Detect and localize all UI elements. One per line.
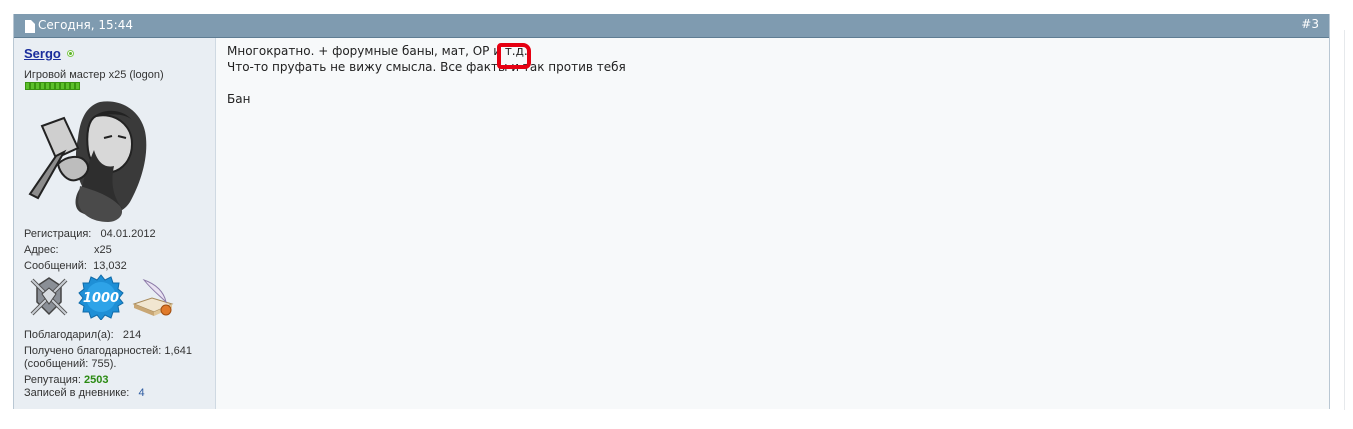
message-line-2: Что-то пруфать не вижу смысла. Все факты…	[227, 60, 626, 74]
crossed-swords-award-icon[interactable]	[26, 274, 72, 320]
diary-count-link[interactable]: 4	[139, 387, 145, 399]
received-thanks-posts: (сообщений: 755).	[24, 358, 117, 370]
post-content: Многократно. + форумные баны, мат, OP и …	[216, 38, 1329, 409]
reputation-bar	[25, 82, 80, 91]
post-header: Сегодня, 15:44 #3	[14, 14, 1329, 38]
forum-post: Сегодня, 15:44 #3 Sergo Игровой мастер x…	[13, 14, 1330, 409]
message-line-3: Бан	[227, 92, 251, 106]
awards-row: 1000	[26, 274, 176, 320]
reputation-row: Репутация: 2503	[24, 374, 109, 386]
join-date-row: Регистрация: 04.01.2012	[24, 228, 156, 240]
online-status-icon	[67, 50, 74, 57]
post-number-link[interactable]: #3	[1301, 17, 1319, 31]
page-divider	[1344, 30, 1345, 410]
book-quill-award-icon[interactable]	[130, 274, 176, 320]
reputation-segment	[75, 82, 80, 90]
1000-award-icon[interactable]: 1000	[78, 274, 124, 320]
thanked-row: Поблагодарил(а): 214	[24, 329, 142, 341]
user-title: Игровой мастер x25 (logon)	[24, 69, 164, 81]
post-date: Сегодня, 15:44	[38, 18, 133, 32]
avatar[interactable]	[22, 94, 152, 224]
svg-text:1000: 1000	[83, 291, 119, 306]
address-row: Адрес: x25	[24, 244, 112, 256]
diary-row: Записей в дневнике: 4	[24, 387, 145, 399]
document-icon	[25, 20, 35, 33]
post-message: Многократно. + форумные баны, мат, OP и …	[227, 43, 626, 107]
username-link[interactable]: Sergo	[24, 46, 61, 61]
message-line-1: Многократно. + форумные баны, мат, OP и …	[227, 43, 626, 69]
received-thanks-row: Получено благодарностей: 1,641	[24, 345, 192, 357]
user-info-panel: Sergo Игровой мастер x25 (logon) Регистр…	[14, 38, 216, 409]
messages-row: Сообщений: 13,032	[24, 260, 127, 272]
